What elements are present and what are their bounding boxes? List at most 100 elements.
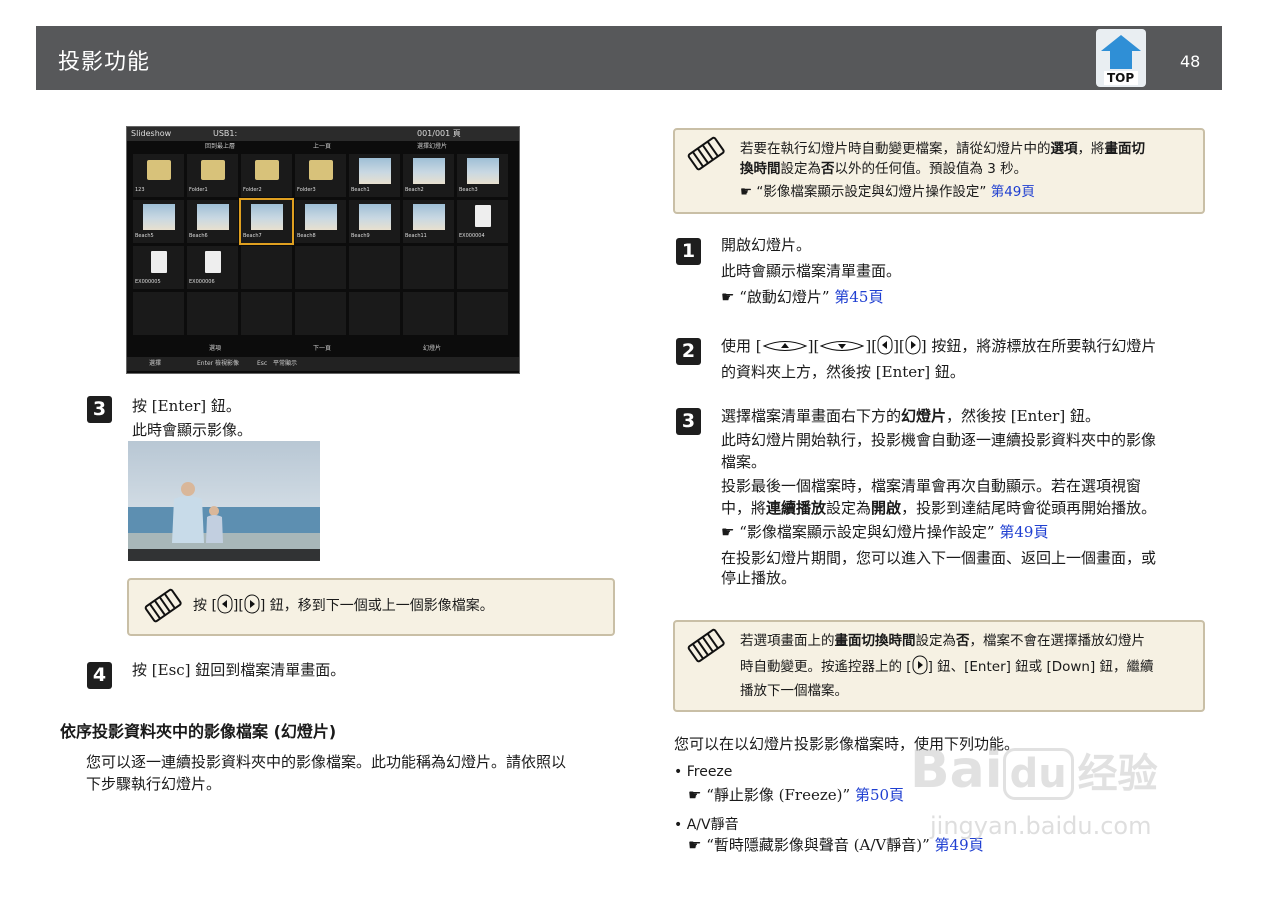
thumbnail-cell[interactable]: Beach5	[133, 200, 184, 243]
section-para-line1: 您可以逐一連續投影資料夾中的影像檔案。此功能稱為幻燈片。請依照以	[86, 753, 567, 771]
right-step-3-ref: ☛ “影像檔案顯示設定與幻燈片操作設定” 第49頁	[721, 523, 1049, 541]
left-button-icon	[217, 594, 233, 614]
thumbnail-cell[interactable]	[403, 246, 454, 289]
slideshow-button[interactable]: 幻燈片	[423, 343, 441, 355]
right-step-3-line1: 選擇檔案清單畫面右下方的幻燈片，然後按 [Enter] 鈕。	[721, 407, 1100, 425]
folder-icon	[201, 160, 225, 180]
thumbnail-cell[interactable]: Folder2	[241, 154, 292, 197]
ref-link-page50[interactable]: 第50頁	[855, 786, 904, 804]
down-page-label[interactable]: 下一頁	[313, 343, 331, 355]
thumbnail-cell[interactable]: Beach11	[403, 200, 454, 243]
thumbnail-cell[interactable]	[403, 292, 454, 335]
note-pencil-icon-2	[687, 136, 725, 171]
thumbnail-cell[interactable]: Beach3	[457, 154, 508, 197]
thumbnail-label: Folder2	[243, 187, 262, 193]
thumbnail-cell[interactable]	[457, 292, 508, 335]
thumbnail-cell[interactable]: EX000005	[133, 246, 184, 289]
right-step-3-badge: 3	[676, 408, 701, 435]
thumbnail-cell[interactable]	[241, 292, 292, 335]
thumbnail-cell[interactable]: EX000004	[457, 200, 508, 243]
slideshow-page: 001/001 頁	[417, 129, 461, 138]
photo-thumbnail	[305, 204, 337, 230]
thumbnail-cell[interactable]: Beach8	[295, 200, 346, 243]
watermark-logo: Bai du 经验	[910, 740, 1158, 800]
beach-photo	[128, 441, 320, 561]
select-label[interactable]: 選項	[209, 343, 221, 355]
photo-thumbnail	[197, 204, 229, 230]
right-button-icon	[905, 335, 921, 355]
thumbnail-label: Beach8	[297, 233, 316, 239]
note-top-line2: 換時間設定為否以外的任何值。預設值為 3 秒。	[740, 161, 1028, 177]
pointing-hand-icon: ☛	[721, 523, 735, 541]
section-title: 依序投影資料夾中的影像檔案 (幻燈片)	[60, 722, 337, 741]
thumbnail-cell[interactable]	[295, 292, 346, 335]
step-3-badge: 3	[87, 396, 112, 423]
pointing-hand-icon: ☛	[721, 288, 735, 306]
thumbnail-cell[interactable]	[133, 292, 184, 335]
right-step-3-line3: 檔案。	[721, 453, 767, 471]
note-bottom-line1: 若選項畫面上的畫面切換時間設定為否，檔案不會在選擇播放幻燈片	[740, 633, 1145, 649]
page-title: 投影功能	[58, 50, 151, 75]
thumbnail-label: Folder3	[297, 187, 316, 193]
page-number: 48	[1180, 52, 1201, 71]
right-step-1-line1: 開啟幻燈片。	[721, 236, 812, 254]
thumbnail-label: Folder1	[189, 187, 208, 193]
thumbnail-cell[interactable]: Folder1	[187, 154, 238, 197]
page-header	[36, 26, 1222, 90]
thumbnail-cell[interactable]: Beach2	[403, 154, 454, 197]
down-button-icon	[820, 341, 865, 351]
step-4-badge: 4	[87, 662, 112, 689]
folder-icon	[255, 160, 279, 180]
top-folder-label[interactable]: 回到最上層	[205, 142, 235, 152]
pointing-hand-icon: ☛	[688, 786, 702, 804]
ref-link-page49[interactable]: 第49頁	[991, 184, 1035, 200]
thumbnail-label: Beach5	[135, 233, 154, 239]
thumbnail-label: Beach6	[189, 233, 208, 239]
thumbnail-label: Beach9	[351, 233, 370, 239]
av-mute-item: • A/V靜音	[674, 817, 739, 833]
thumbnail-cell[interactable]	[241, 246, 292, 289]
thumbnail-cell[interactable]: Beach9	[349, 200, 400, 243]
ref-link-page49b[interactable]: 第49頁	[999, 523, 1048, 541]
thumbnail-cell[interactable]: Beach1	[349, 154, 400, 197]
watermark-url: jingyan.baidu.com	[930, 812, 1152, 840]
thumbnail-label: 123	[135, 187, 145, 193]
up-page-label[interactable]: 上一頁	[313, 142, 331, 152]
photo-thumbnail	[413, 204, 445, 230]
footer-enter-text: 檢視影像	[215, 360, 240, 367]
thumbnail-cell[interactable]: EX000006	[187, 246, 238, 289]
right-step-3-line5: 中，將連續播放設定為開啟，投影到達結尾時會從頭再開始播放。	[721, 499, 1157, 517]
note-left-text: 按 [][] 鈕，移到下一個或上一個影像檔案。	[193, 594, 494, 617]
top-label: TOP	[1107, 71, 1135, 85]
jpeg-file-icon	[205, 251, 221, 273]
thumbnail-cell[interactable]	[457, 246, 508, 289]
ref-link-page45[interactable]: 第45頁	[834, 288, 883, 306]
step-3-line2: 此時會顯示影像。	[132, 421, 253, 439]
pointing-hand-icon: ☛	[688, 836, 702, 854]
thumbnail-cell[interactable]: Beach6	[187, 200, 238, 243]
slideshow-screen: Slideshow USB1: 001/001 頁 回到最上層 上一頁 選擇幻燈…	[126, 126, 520, 374]
usb-label: USB1:	[213, 129, 238, 138]
photo-thumbnail	[413, 158, 445, 184]
top-button[interactable]: TOP	[1096, 29, 1146, 87]
thumbnail-cell[interactable]	[349, 246, 400, 289]
note-left-pre: 按 [	[193, 598, 217, 614]
bullet-icon: •	[674, 817, 683, 833]
thumbnail-label: Beach2	[405, 187, 424, 193]
right-button-icon	[244, 594, 260, 614]
bullet-icon: •	[674, 764, 683, 780]
right-step-1-line2: 此時會顯示檔案清單畫面。	[721, 262, 902, 280]
thumbnail-cell[interactable]: Beach7	[239, 198, 294, 245]
folder-icon	[309, 160, 333, 180]
thumbnail-cell[interactable]	[349, 292, 400, 335]
note-top-ref: ☛ “影像檔案顯示設定與幻燈片操作設定” 第49頁	[740, 184, 1035, 200]
section-para-line2: 下步驟執行幻燈片。	[86, 775, 222, 793]
thumbnail-cell[interactable]	[187, 292, 238, 335]
step-3-line1: 按 [Enter] 鈕。	[132, 397, 241, 415]
thumbnail-cell[interactable]: Folder3	[295, 154, 346, 197]
thumbnail-cell[interactable]: 123	[133, 154, 184, 197]
option-label[interactable]: 選擇幻燈片	[417, 142, 447, 152]
right-step-3-line2: 此時幻燈片開始執行，投影機會自動逐一連續投影資料夾中的影像	[721, 431, 1157, 449]
right-step-2-line1: 使用 [][][][] 按鈕，將游標放在所要執行幻燈片	[721, 335, 1157, 355]
thumbnail-cell[interactable]	[295, 246, 346, 289]
